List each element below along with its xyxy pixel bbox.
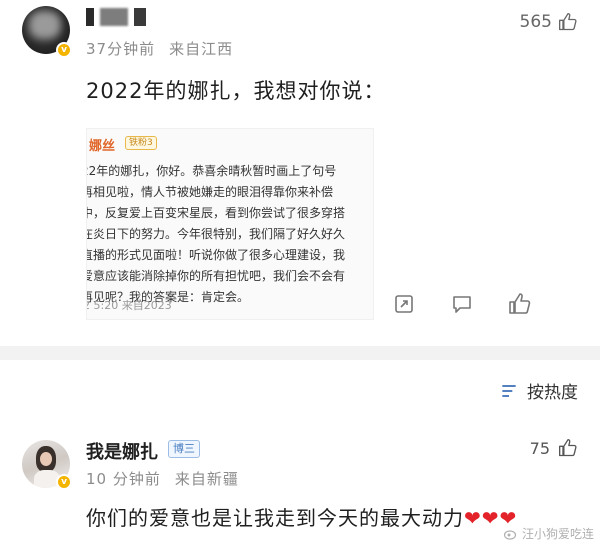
sort-toggle[interactable]: 按热度: [499, 378, 578, 403]
quoted-line: 22年的娜扎，你好。恭喜余晴秋暂时画上了句号: [86, 164, 337, 178]
comment-icon[interactable]: [450, 292, 474, 316]
like-count: 565: [519, 12, 552, 32]
verified-badge-icon: v: [56, 474, 72, 490]
weibo-logo-icon: [503, 529, 517, 540]
like-button[interactable]: 565: [520, 12, 578, 32]
quoted-text: 22年的娜扎，你好。恭喜余晴秋暂时画上了句号 再相见啦，情人节被她嫌走的眼泪得靠…: [86, 161, 373, 308]
verified-badge-icon: v: [56, 42, 72, 58]
comment-text: 你们的爱意也是让我走到今天的最大动力❤❤❤: [86, 502, 517, 531]
commenter-badge: 博三: [168, 440, 200, 458]
comment-body: 你们的爱意也是让我走到今天的最大动力: [86, 506, 464, 530]
comment-like-button[interactable]: 75: [530, 438, 578, 458]
watermark: 汪小狗爱吃连: [503, 525, 594, 542]
watermark-text: 汪小狗爱吃连: [521, 527, 594, 541]
comment-source: 来自新疆: [174, 470, 239, 488]
post-time: 37分钟前: [86, 40, 156, 58]
post-actions: [0, 292, 600, 322]
post-meta: 37分钟前 来自江西: [86, 38, 233, 59]
quoted-line: 直播的形式见面啦！听说你做了很多心理建设，我: [86, 248, 346, 262]
sort-label: 按热度: [527, 383, 578, 403]
sort-icon: [502, 384, 516, 397]
commenter-name[interactable]: 我是娜扎: [86, 438, 158, 464]
post-header: v 37分钟前 来自江西 565: [0, 0, 600, 70]
comment-like-count: 75: [529, 438, 550, 458]
thumbs-up-icon[interactable]: [508, 292, 532, 316]
quoted-author: 娜丝: [89, 139, 116, 154]
post-text: 2022年的娜扎，我想对你说：: [86, 79, 386, 103]
quoted-line: 中，反复爱上百变宋星辰，看到你尝试了很多穿搭: [86, 206, 346, 220]
share-icon[interactable]: [392, 292, 416, 316]
thumbs-up-icon: [559, 439, 577, 457]
comment-meta: 10 分钟前 来自新疆: [86, 468, 239, 489]
quoted-line: 在炎日下的努力。今年很特别，我们隔了好久好久: [86, 227, 346, 241]
quoted-line: 再相见啦，情人节被她嫌走的眼泪得靠你来补偿: [86, 185, 334, 199]
comment-time: 10 分钟前: [86, 470, 161, 488]
redacted-username[interactable]: [86, 8, 146, 26]
fan-badge: 铁粉3: [125, 136, 157, 150]
quoted-line: 爱意应该能消除掉你的所有担忧吧，我们会不会有: [86, 269, 346, 283]
thumbs-up-icon: [559, 13, 577, 31]
section-divider: [0, 346, 600, 360]
post-source: 来自江西: [169, 40, 234, 58]
